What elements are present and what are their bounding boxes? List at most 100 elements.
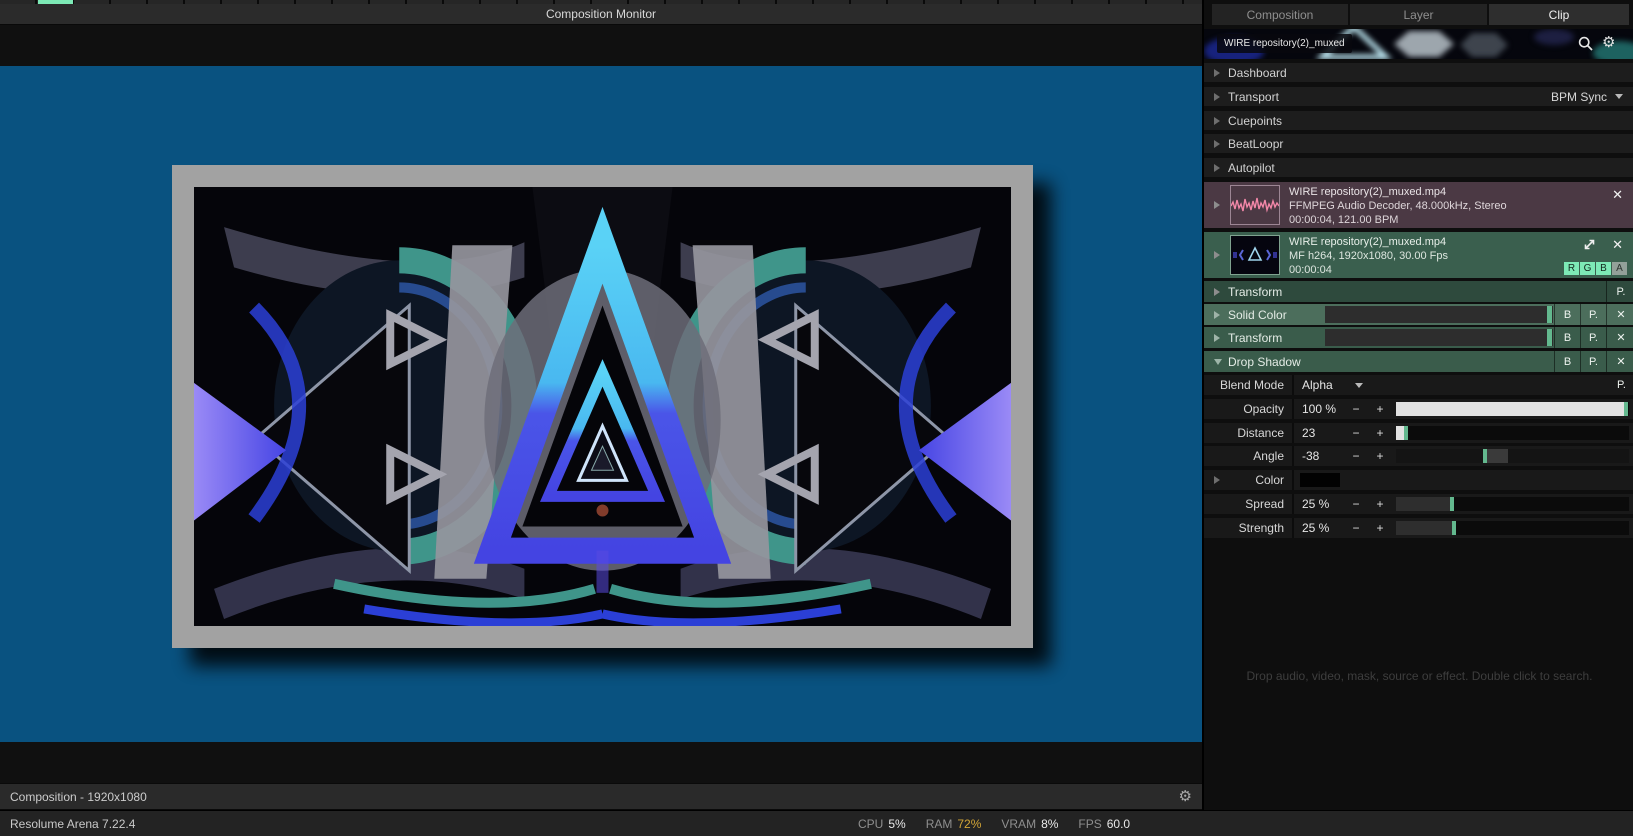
status-bar: Resolume Arena 7.22.4 CPU5% RAM72% VRAM8… <box>0 810 1633 836</box>
decrement-button[interactable]: − <box>1348 423 1364 443</box>
monitor-settings-gear-icon[interactable]: ⚙ <box>1179 789 1192 804</box>
strength-slider[interactable] <box>1396 521 1629 535</box>
audio-waveform-thumbnail <box>1230 185 1280 225</box>
decrement-button[interactable]: − <box>1348 446 1364 466</box>
section-dashboard[interactable]: Dashboard <box>1204 63 1633 82</box>
param-strength: Strength 25 % − + <box>1204 518 1633 538</box>
clip-settings-gear-icon[interactable]: ⚙ <box>1602 35 1615 50</box>
close-icon[interactable]: ✕ <box>1606 304 1633 325</box>
increment-button[interactable]: + <box>1372 399 1388 419</box>
section-cuepoints[interactable]: Cuepoints <box>1204 111 1633 130</box>
expand-arrow-icon[interactable] <box>1214 359 1222 365</box>
effect-drop-shadow[interactable]: Drop Shadow B P. ✕ <box>1204 351 1633 372</box>
channel-g-toggle[interactable]: G <box>1580 262 1595 275</box>
spread-slider[interactable] <box>1396 497 1629 511</box>
collapse-arrow-icon[interactable] <box>1214 140 1220 148</box>
params-button[interactable]: P. <box>1606 281 1633 302</box>
collapse-arrow-icon[interactable] <box>1214 164 1220 172</box>
transport-mode-dropdown[interactable]: BPM Sync <box>1551 90 1623 104</box>
clip-properties-panel: Composition Layer Clip WIRE repository(2… <box>1202 0 1633 812</box>
collapse-arrow-icon[interactable] <box>1214 201 1220 209</box>
increment-button[interactable]: + <box>1372 494 1388 514</box>
shadow-color-swatch[interactable] <box>1300 473 1340 487</box>
param-angle: Angle -38 − + <box>1204 446 1633 466</box>
collapse-arrow-icon[interactable] <box>1214 93 1220 101</box>
params-button[interactable]: P. <box>1580 351 1606 372</box>
params-button[interactable]: P. <box>1608 375 1633 395</box>
bypass-button[interactable]: B <box>1554 351 1580 372</box>
decrement-button[interactable]: − <box>1348 399 1364 419</box>
section-autopilot[interactable]: Autopilot <box>1204 158 1633 177</box>
effect-transform-1[interactable]: Transform P. <box>1204 281 1633 302</box>
increment-button[interactable]: + <box>1372 423 1388 443</box>
opacity-value[interactable]: 100 % <box>1302 399 1336 419</box>
video-track-row[interactable]: WIRE repository(2)_muxed.mp4 MF h264, 19… <box>1204 232 1633 278</box>
ram-stat: RAM72% <box>926 817 982 831</box>
cpu-stat: CPU5% <box>858 817 906 831</box>
channel-b-toggle[interactable]: B <box>1596 262 1611 275</box>
clip-thumbnail-strip[interactable]: WIRE repository(2)_muxed ⚙ <box>1204 29 1633 59</box>
effect-opacity-slider[interactable] <box>1325 329 1553 346</box>
resolume-arena-window: Composition Monitor <box>0 0 1633 836</box>
opacity-slider[interactable] <box>1396 402 1629 416</box>
decrement-button[interactable]: − <box>1348 494 1364 514</box>
close-icon[interactable]: ✕ <box>1612 188 1623 201</box>
performance-stats: CPU5% RAM72% VRAM8% FPS60.0 <box>858 817 1130 831</box>
effect-opacity-slider[interactable] <box>1325 306 1553 323</box>
clip-name-label: WIRE repository(2)_muxed <box>1217 34 1352 53</box>
composition-size-label: Composition - 1920x1080 <box>10 790 147 804</box>
app-version-label: Resolume Arena 7.22.4 <box>10 817 135 831</box>
channel-a-toggle[interactable]: A <box>1612 262 1627 275</box>
close-icon[interactable]: ✕ <box>1612 238 1623 251</box>
collapse-arrow-icon[interactable] <box>1214 69 1220 77</box>
section-transport[interactable]: Transport BPM Sync <box>1204 87 1633 106</box>
tab-composition[interactable]: Composition <box>1212 4 1348 25</box>
composition-info-bar: Composition - 1920x1080 ⚙ <box>0 783 1202 810</box>
composition-monitor-panel: Composition Monitor <box>0 4 1202 810</box>
collapse-arrow-icon[interactable] <box>1214 288 1220 296</box>
search-icon[interactable] <box>1578 36 1593 51</box>
close-icon[interactable]: ✕ <box>1606 351 1633 372</box>
effect-transform-2[interactable]: Transform B P. ✕ <box>1204 327 1633 348</box>
params-button[interactable]: P. <box>1580 327 1606 348</box>
chevron-down-icon <box>1355 383 1363 392</box>
increment-button[interactable]: + <box>1372 518 1388 538</box>
decrement-button[interactable]: − <box>1348 518 1364 538</box>
collapse-arrow-icon[interactable] <box>1214 251 1220 259</box>
collapse-arrow-icon[interactable] <box>1214 311 1220 319</box>
increment-button[interactable]: + <box>1372 446 1388 466</box>
chevron-down-icon <box>1615 94 1623 103</box>
spread-value[interactable]: 25 % <box>1302 494 1329 514</box>
strength-value[interactable]: 25 % <box>1302 518 1329 538</box>
param-distance: Distance 23 − + <box>1204 423 1633 443</box>
close-icon[interactable]: ✕ <box>1606 327 1633 348</box>
video-clip-frame <box>172 165 1033 648</box>
bypass-button[interactable]: B <box>1554 327 1580 348</box>
drop-target-hint: Drop audio, video, mask, source or effec… <box>1204 669 1633 683</box>
effect-solid-color[interactable]: Solid Color B P. ✕ <box>1204 304 1633 325</box>
collapse-arrow-icon[interactable] <box>1214 117 1220 125</box>
composition-preview <box>194 187 1011 626</box>
param-color: Color <box>1204 470 1633 490</box>
vram-stat: VRAM8% <box>1001 817 1058 831</box>
fullscreen-expand-icon[interactable] <box>1583 238 1596 251</box>
angle-value[interactable]: -38 <box>1302 446 1319 466</box>
param-opacity: Opacity 100 % − + <box>1204 399 1633 419</box>
tab-clip[interactable]: Clip <box>1489 4 1629 25</box>
param-spread: Spread 25 % − + <box>1204 494 1633 514</box>
blend-mode-dropdown[interactable]: Alpha <box>1302 375 1363 395</box>
params-button[interactable]: P. <box>1580 304 1606 325</box>
bypass-button[interactable]: B <box>1554 304 1580 325</box>
tab-layer[interactable]: Layer <box>1350 4 1487 25</box>
composition-output-background <box>0 66 1202 742</box>
distance-value[interactable]: 23 <box>1302 423 1315 443</box>
audio-track-row[interactable]: WIRE repository(2)_muxed.mp4 FFMPEG Audi… <box>1204 182 1633 228</box>
section-beatloopr[interactable]: BeatLoopr <box>1204 134 1633 153</box>
channel-toggle-group: R G B A <box>1564 262 1627 275</box>
distance-slider[interactable] <box>1396 426 1629 440</box>
angle-slider[interactable] <box>1396 449 1629 463</box>
video-thumbnail <box>1230 235 1280 275</box>
collapse-arrow-icon[interactable] <box>1214 334 1220 342</box>
video-clip-info: WIRE repository(2)_muxed.mp4 MF h264, 19… <box>1289 235 1448 277</box>
channel-r-toggle[interactable]: R <box>1564 262 1579 275</box>
